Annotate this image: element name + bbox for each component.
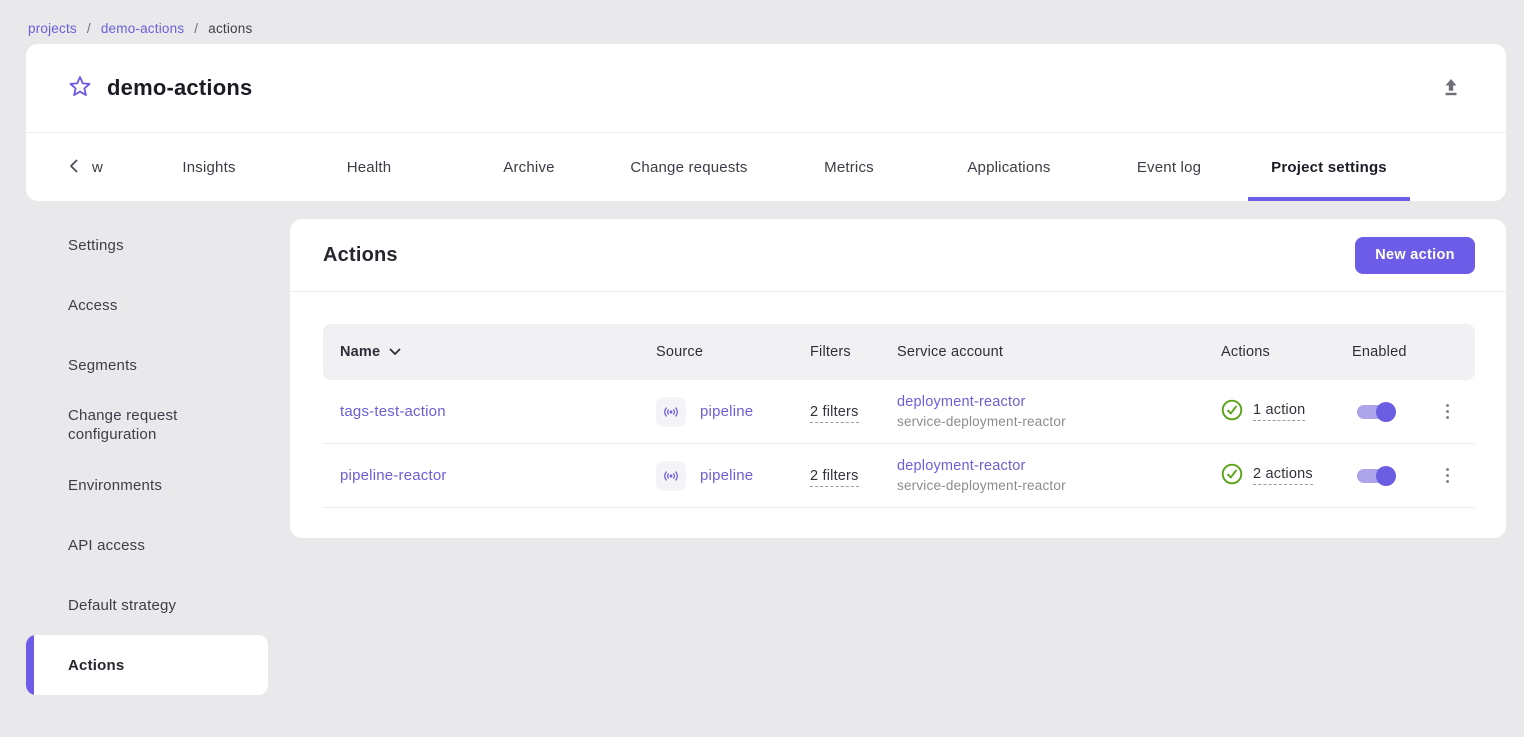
toggle-thumb [1376, 402, 1396, 422]
service-account-token-name: service-deployment-reactor [897, 476, 1190, 495]
row-menu-button[interactable] [1434, 398, 1462, 426]
column-header-actions: Actions [1190, 344, 1330, 360]
tab-applications[interactable]: Applications [929, 133, 1089, 201]
actions-count-badge[interactable]: 2 actions [1253, 466, 1313, 485]
service-account-link[interactable]: deployment-reactor [897, 457, 1190, 476]
project-settings-sidebar: Settings Access Segments Change request … [26, 215, 268, 695]
check-circle-icon [1221, 399, 1243, 425]
chevron-down-icon [389, 344, 401, 360]
upload-icon [1440, 76, 1462, 101]
table-row: pipeline-reactor pipeline 2 filters depl… [323, 444, 1475, 508]
table-row: tags-test-action pipeline 2 filters depl… [323, 380, 1475, 444]
source-link[interactable]: pipeline [700, 403, 753, 420]
actions-table: Name Source Filters Service account Acti… [290, 292, 1506, 508]
tab-project-settings-label: Project settings [1271, 159, 1387, 176]
tab-metrics[interactable]: Metrics [769, 133, 929, 201]
kebab-icon [1446, 404, 1450, 420]
sidebar-item-segments[interactable]: Segments [26, 335, 268, 395]
sidebar-item-actions[interactable]: Actions [26, 635, 268, 695]
column-header-name[interactable]: Name [323, 344, 646, 360]
page-title: demo-actions [107, 75, 252, 101]
actions-panel: Actions New action Name Source Filters S… [290, 219, 1506, 538]
breadcrumb-link-demo-actions[interactable]: demo-actions [101, 21, 184, 36]
kebab-icon [1446, 468, 1450, 484]
panel-title: Actions [323, 244, 398, 267]
check-circle-icon [1221, 463, 1243, 489]
column-header-source: Source [646, 344, 790, 360]
breadcrumb-separator: / [87, 21, 91, 36]
sidebar-item-actions-label: Actions [68, 656, 124, 675]
tab-bar: w Insights Health Archive Change request… [26, 133, 1506, 201]
tab-event-log[interactable]: Event log [1089, 133, 1249, 201]
column-header-filters: Filters [790, 344, 870, 360]
filters-count-badge[interactable]: 2 filters [810, 404, 859, 423]
sidebar-item-change-request-configuration[interactable]: Change request configuration [26, 395, 268, 455]
column-header-name-label: Name [340, 344, 380, 360]
new-action-button[interactable]: New action [1355, 237, 1475, 274]
action-name-link[interactable]: tags-test-action [340, 403, 446, 420]
chevron-left-icon [67, 158, 81, 177]
row-menu-button[interactable] [1434, 462, 1462, 490]
actions-count-badge[interactable]: 1 action [1253, 402, 1305, 421]
breadcrumb: projects / demo-actions / actions [0, 0, 1524, 36]
tab-health[interactable]: Health [289, 133, 449, 201]
column-header-service-account: Service account [870, 344, 1190, 360]
tabs-scroll-left-button[interactable] [56, 133, 92, 201]
breadcrumb-current-actions: actions [208, 21, 252, 36]
table-header-row: Name Source Filters Service account Acti… [323, 324, 1475, 380]
project-header-card: demo-actions w Insights Health Archive C… [26, 44, 1506, 201]
active-indicator-bar [26, 635, 34, 695]
enabled-toggle[interactable] [1352, 464, 1398, 488]
enabled-toggle[interactable] [1352, 400, 1398, 424]
active-tab-indicator [1248, 197, 1410, 201]
signal-source-icon [656, 461, 686, 491]
content-area: Settings Access Segments Change request … [0, 215, 1524, 695]
breadcrumb-link-projects[interactable]: projects [28, 21, 77, 36]
filters-count-badge[interactable]: 2 filters [810, 468, 859, 487]
sidebar-item-api-access[interactable]: API access [26, 515, 268, 575]
sidebar-item-settings[interactable]: Settings [26, 215, 268, 275]
tab-project-settings[interactable]: Project settings [1249, 133, 1409, 201]
tab-insights[interactable]: Insights [129, 133, 289, 201]
tab-overview-partial[interactable]: w [92, 133, 129, 201]
service-account-link[interactable]: deployment-reactor [897, 393, 1190, 412]
tab-change-requests[interactable]: Change requests [609, 133, 769, 201]
column-header-enabled: Enabled [1330, 344, 1420, 360]
export-button[interactable] [1436, 73, 1466, 103]
favorite-button[interactable] [66, 74, 94, 102]
sidebar-item-default-strategy[interactable]: Default strategy [26, 575, 268, 635]
actions-panel-header: Actions New action [290, 219, 1506, 291]
service-account-token-name: service-deployment-reactor [897, 412, 1190, 431]
star-outline-icon [67, 74, 93, 103]
toggle-thumb [1376, 466, 1396, 486]
sidebar-item-access[interactable]: Access [26, 275, 268, 335]
tab-archive[interactable]: Archive [449, 133, 609, 201]
signal-source-icon [656, 397, 686, 427]
action-name-link[interactable]: pipeline-reactor [340, 467, 447, 484]
source-link[interactable]: pipeline [700, 467, 753, 484]
breadcrumb-separator: / [194, 21, 198, 36]
project-header: demo-actions [26, 44, 1506, 132]
sidebar-item-environments[interactable]: Environments [26, 455, 268, 515]
